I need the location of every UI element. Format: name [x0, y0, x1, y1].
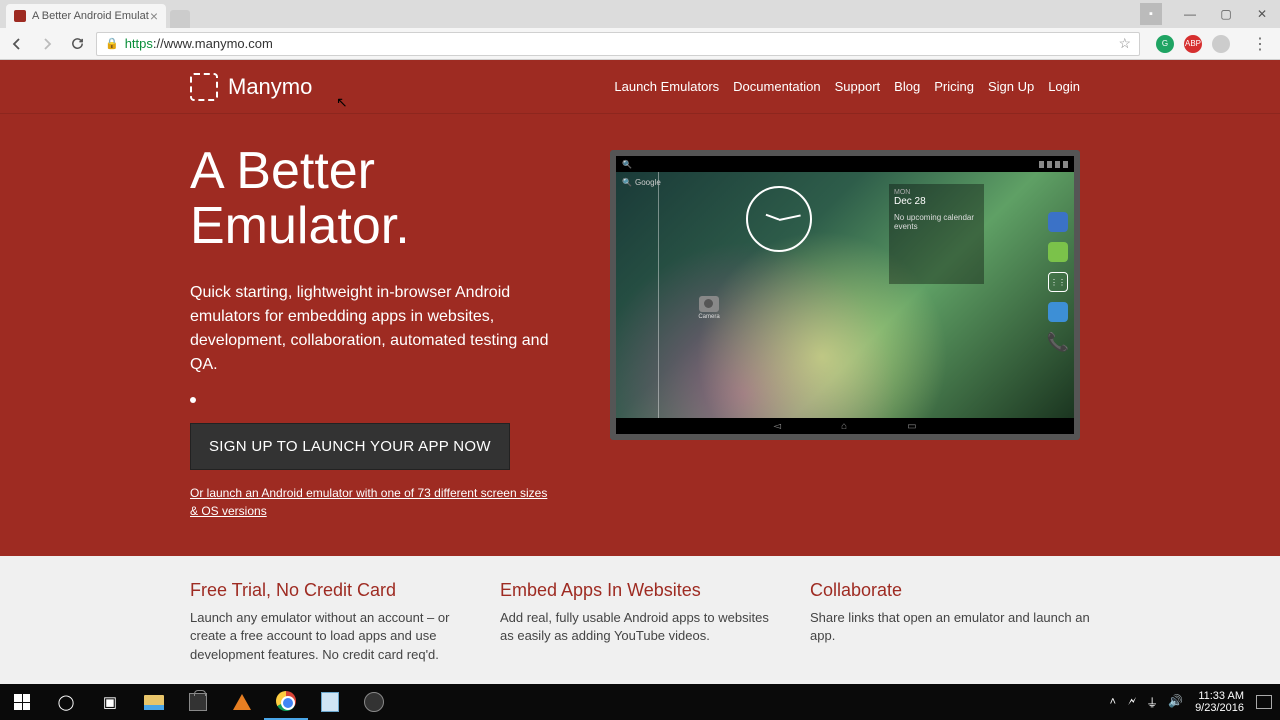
nav-launch-emulators[interactable]: Launch Emulators	[614, 79, 719, 94]
nav-documentation[interactable]: Documentation	[733, 79, 820, 94]
taskbar-clock[interactable]: 11:33 AM 9/23/2016	[1195, 690, 1244, 714]
search-icon: 🔍	[622, 160, 632, 169]
favicon-icon	[14, 10, 26, 22]
hero-section: A Better Emulator. Quick starting, light…	[0, 114, 1280, 556]
window-minimize-button[interactable]: —	[1172, 3, 1208, 25]
emulator-frame: 🔍 🔍 Google MON Dec 28 No upcoming calend…	[610, 150, 1080, 440]
messaging-app-icon	[1048, 242, 1068, 262]
adblock-extension-icon[interactable]: ABP	[1184, 35, 1202, 53]
android-status-bar: 🔍	[616, 156, 1074, 172]
back-button[interactable]	[6, 33, 28, 55]
notepad-icon[interactable]	[308, 684, 352, 720]
feature-free-trial: Free Trial, No Credit Card Launch any em…	[190, 580, 470, 664]
vlc-icon[interactable]	[220, 684, 264, 720]
clock-widget-icon	[746, 186, 812, 252]
extension-icon[interactable]	[1212, 35, 1230, 53]
bookmark-star-icon[interactable]: ☆	[1118, 35, 1131, 52]
android-nav-bar: ◅ ⌂ ▭	[616, 418, 1074, 434]
cortana-search-icon[interactable]: ◯	[44, 684, 88, 720]
gallery-app-icon	[1048, 302, 1068, 322]
emulator-screenshot: 🔍 🔍 Google MON Dec 28 No upcoming calend…	[610, 144, 1090, 520]
system-tray[interactable]: 🗲 ⏚ 🔊	[1128, 694, 1183, 711]
calendar-widget: MON Dec 28 No upcoming calendar events	[889, 184, 984, 284]
battery-icon: 🗲	[1128, 694, 1136, 711]
forward-button[interactable]	[36, 33, 58, 55]
android-home-screen: 🔍 Google MON Dec 28 No upcoming calendar…	[616, 172, 1074, 418]
nav-sign-up[interactable]: Sign Up	[988, 79, 1034, 94]
site-header: Manymo Launch Emulators Documentation Su…	[0, 60, 1280, 114]
launch-emulator-link[interactable]: Or launch an Android emulator with one o…	[190, 484, 550, 520]
android-home-icon: ⌂	[841, 421, 847, 432]
window-maximize-button[interactable]: ▢	[1208, 3, 1244, 25]
logo-mark-icon	[190, 73, 218, 101]
address-bar: 🔒 https://www.manymo.com ☆ G ABP ⋮	[0, 28, 1280, 60]
app-icon[interactable]	[352, 684, 396, 720]
extension-icon[interactable]: G	[1156, 35, 1174, 53]
hero-description: Quick starting, lightweight in-browser A…	[190, 281, 570, 377]
volume-icon: 🔊	[1168, 694, 1183, 711]
new-tab-button[interactable]	[170, 10, 190, 28]
nav-login[interactable]: Login	[1048, 79, 1080, 94]
browser-app-icon	[1048, 212, 1068, 232]
bullet-icon	[190, 397, 196, 403]
url-input[interactable]: 🔒 https://www.manymo.com ☆	[96, 32, 1140, 56]
chrome-taskbar-icon[interactable]	[264, 684, 308, 720]
camera-app-icon: Camera	[696, 296, 722, 320]
reload-button[interactable]	[66, 33, 88, 55]
android-dock: ⋮⋮ 📞	[1048, 212, 1068, 352]
feature-embed-apps: Embed Apps In Websites Add real, fully u…	[500, 580, 780, 664]
phone-app-icon: 📞	[1048, 332, 1068, 352]
task-view-icon[interactable]: ▣	[88, 684, 132, 720]
feature-collaborate: Collaborate Share links that open an emu…	[810, 580, 1090, 664]
nav-blog[interactable]: Blog	[894, 79, 920, 94]
android-recents-icon: ▭	[907, 421, 916, 432]
site-logo[interactable]: Manymo	[190, 73, 312, 101]
logo-text: Manymo	[228, 74, 312, 100]
url-host: ://www.manymo.com	[153, 36, 273, 51]
nav-support[interactable]: Support	[835, 79, 881, 94]
window-close-button[interactable]: ✕	[1244, 3, 1280, 25]
apps-drawer-icon: ⋮⋮	[1048, 272, 1068, 292]
browser-tab-strip: A Better Android Emulat × ▪ — ▢ ✕	[0, 0, 1280, 28]
store-icon[interactable]	[176, 684, 220, 720]
hero-title: A Better Emulator.	[190, 144, 570, 253]
primary-nav: Launch Emulators Documentation Support B…	[614, 79, 1080, 94]
tab-title: A Better Android Emulat	[32, 10, 149, 22]
lock-icon: 🔒	[105, 37, 119, 50]
close-tab-icon[interactable]: ×	[150, 8, 158, 24]
browser-tab[interactable]: A Better Android Emulat ×	[6, 4, 166, 28]
tray-chevron-icon[interactable]: ˄	[1110, 696, 1116, 708]
signup-cta-button[interactable]: SIGN UP TO LAUNCH YOUR APP NOW	[190, 423, 510, 470]
page-body: Manymo Launch Emulators Documentation Su…	[0, 60, 1280, 684]
chrome-user-icon[interactable]: ▪	[1140, 3, 1162, 25]
file-explorer-icon[interactable]	[132, 684, 176, 720]
start-button[interactable]	[0, 684, 44, 720]
android-back-icon: ◅	[773, 421, 781, 432]
url-scheme: https	[125, 36, 153, 51]
android-search-widget: 🔍 Google	[622, 178, 661, 187]
action-center-icon[interactable]	[1256, 695, 1272, 709]
features-grid: Free Trial, No Credit Card Launch any em…	[0, 556, 1280, 684]
wifi-icon: ⏚	[1146, 694, 1158, 711]
chrome-menu-button[interactable]: ⋮	[1246, 34, 1274, 54]
nav-pricing[interactable]: Pricing	[934, 79, 974, 94]
windows-taskbar: ◯ ▣ ˄ 🗲 ⏚ 🔊 11:33 AM 9/23/2016	[0, 684, 1280, 720]
